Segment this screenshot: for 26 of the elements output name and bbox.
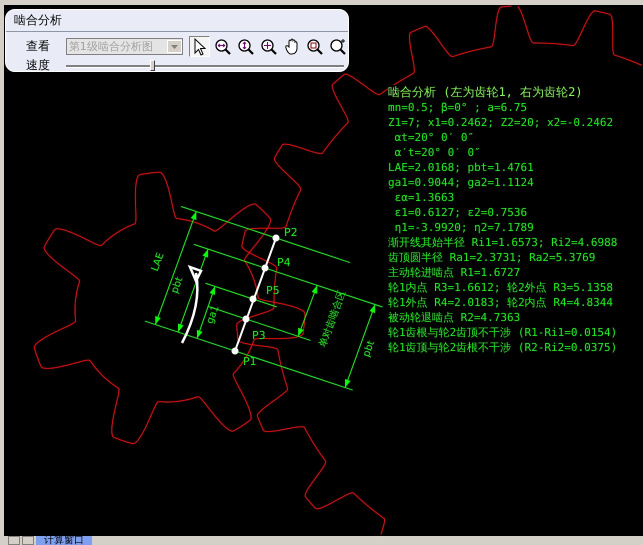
dimension-label: pbt	[361, 339, 378, 359]
scroll-button[interactable]	[8, 536, 20, 545]
contact-point	[242, 316, 250, 322]
point-label: P4	[277, 256, 291, 269]
magnifier-icon	[236, 37, 255, 56]
scroll-button[interactable]	[22, 536, 34, 545]
dimension-arrow	[298, 284, 318, 337]
results-title: 啮合分析 (左为齿轮1, 右为齿轮2)	[388, 85, 583, 100]
magnifier-icon	[305, 37, 324, 56]
point-label: P2	[284, 226, 298, 239]
point-label: P3	[252, 329, 266, 342]
dimension-label: pbt	[169, 276, 186, 296]
slider-thumb[interactable]	[150, 60, 156, 70]
dimension-label: LAE	[150, 251, 167, 273]
contact-point	[262, 264, 268, 272]
view-label: 查看	[26, 38, 51, 55]
magnifier-icon	[259, 37, 278, 56]
tool-button[interactable]	[189, 36, 210, 57]
speed-slider[interactable]	[66, 58, 344, 72]
contact-point	[232, 348, 238, 354]
contact-point	[272, 234, 280, 242]
panel-title: 啮合分析	[6, 10, 348, 32]
contact-point	[250, 296, 256, 302]
point-label: P1	[243, 355, 257, 368]
magnifier-icon	[213, 37, 232, 56]
speed-label: 速度	[26, 57, 51, 74]
